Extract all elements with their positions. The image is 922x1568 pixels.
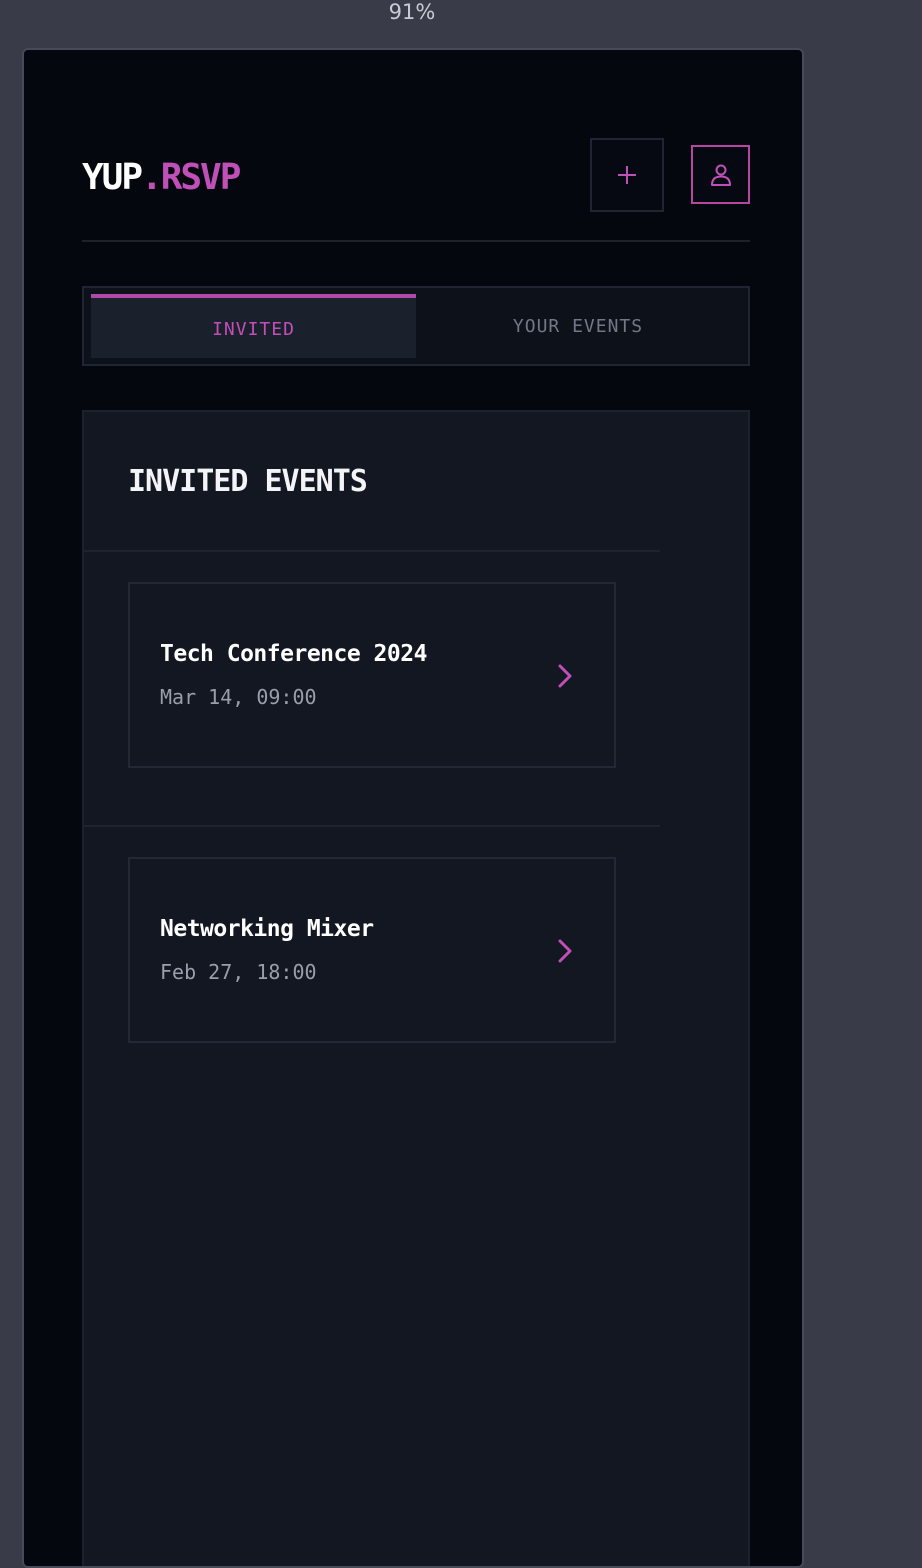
user-icon — [710, 164, 731, 186]
event-date: Feb 27, 18:00 — [160, 960, 317, 984]
event-date: Mar 14, 09:00 — [160, 685, 317, 709]
panel-title: INVITED EVENTS — [128, 464, 368, 499]
create-event-button[interactable] — [590, 138, 664, 212]
invited-events-panel: INVITED EVENTS Tech Conference 2024 Mar … — [82, 410, 750, 1566]
app-header: YUP.RSVP — [82, 138, 750, 242]
divider — [84, 550, 660, 552]
chevron-right-icon — [558, 664, 572, 688]
event-name: Networking Mixer — [160, 916, 374, 942]
app-logo[interactable]: YUP.RSVP — [82, 156, 241, 200]
event-tabs: INVITED YOUR EVENTS — [82, 286, 750, 366]
zoom-level: 91% — [388, 0, 436, 24]
event-card[interactable]: Networking Mixer Feb 27, 18:00 — [128, 857, 616, 1043]
app-window: YUP.RSVP INVITED YOUR EVENTS INVITED EVE… — [22, 48, 804, 1568]
logo-primary: YUP — [82, 157, 143, 198]
logo-accent: .RSVP — [141, 157, 241, 198]
plus-icon — [618, 166, 636, 184]
tab-invited[interactable]: INVITED — [91, 294, 416, 358]
event-name: Tech Conference 2024 — [160, 641, 427, 667]
profile-button[interactable] — [691, 145, 750, 204]
event-card[interactable]: Tech Conference 2024 Mar 14, 09:00 — [128, 582, 616, 768]
tab-your-events[interactable]: YOUR EVENTS — [416, 294, 740, 358]
chevron-right-icon — [558, 939, 572, 963]
divider — [84, 825, 660, 827]
